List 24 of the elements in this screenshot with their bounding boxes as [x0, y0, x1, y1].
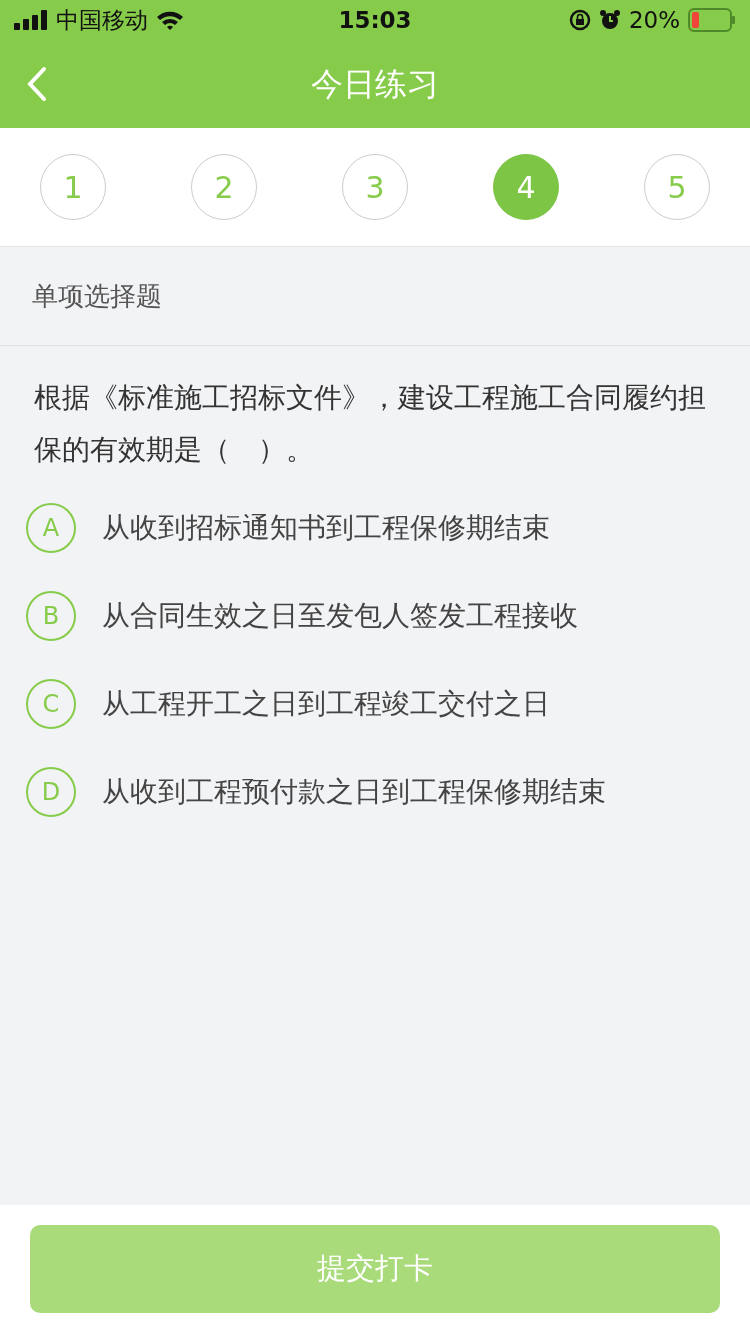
rotation-lock-icon: [568, 9, 591, 31]
carrier-name: 中国移动: [56, 5, 148, 35]
battery-percent: 20%: [628, 5, 680, 35]
battery-icon: [688, 8, 736, 32]
option-letter[interactable]: D: [26, 767, 76, 817]
option-text[interactable]: 从收到工程预付款之日到工程保修期结束: [102, 771, 606, 813]
question-type: 单项选择题: [0, 247, 750, 346]
wifi-icon: [156, 10, 184, 30]
option-text[interactable]: 从工程开工之日到工程竣工交付之日: [102, 683, 550, 725]
question-number-tab[interactable]: 2: [191, 154, 257, 220]
page-title: 今日练习: [311, 64, 439, 105]
question-number-tab[interactable]: 3: [342, 154, 408, 220]
alarm-clock-icon: [598, 9, 621, 31]
clock-time: 15:03: [338, 5, 412, 35]
question-text: 根据《标准施工招标文件》，建设工程施工合同履约担保的有效期是（ ）。: [33, 380, 707, 468]
option-letter[interactable]: C: [26, 679, 76, 729]
question-number-tab[interactable]: 5: [644, 154, 710, 220]
option-text[interactable]: 从收到招标通知书到工程保修期结束: [102, 507, 550, 549]
question-number-tab[interactable]: 1: [40, 154, 106, 220]
question-number-tab[interactable]: 4: [493, 154, 559, 220]
option-letter[interactable]: B: [26, 591, 76, 641]
option-letter[interactable]: A: [26, 503, 76, 553]
option-text[interactable]: 从合同生效之日至发包人签发工程接收: [102, 595, 578, 637]
signal-icon: [14, 10, 48, 30]
